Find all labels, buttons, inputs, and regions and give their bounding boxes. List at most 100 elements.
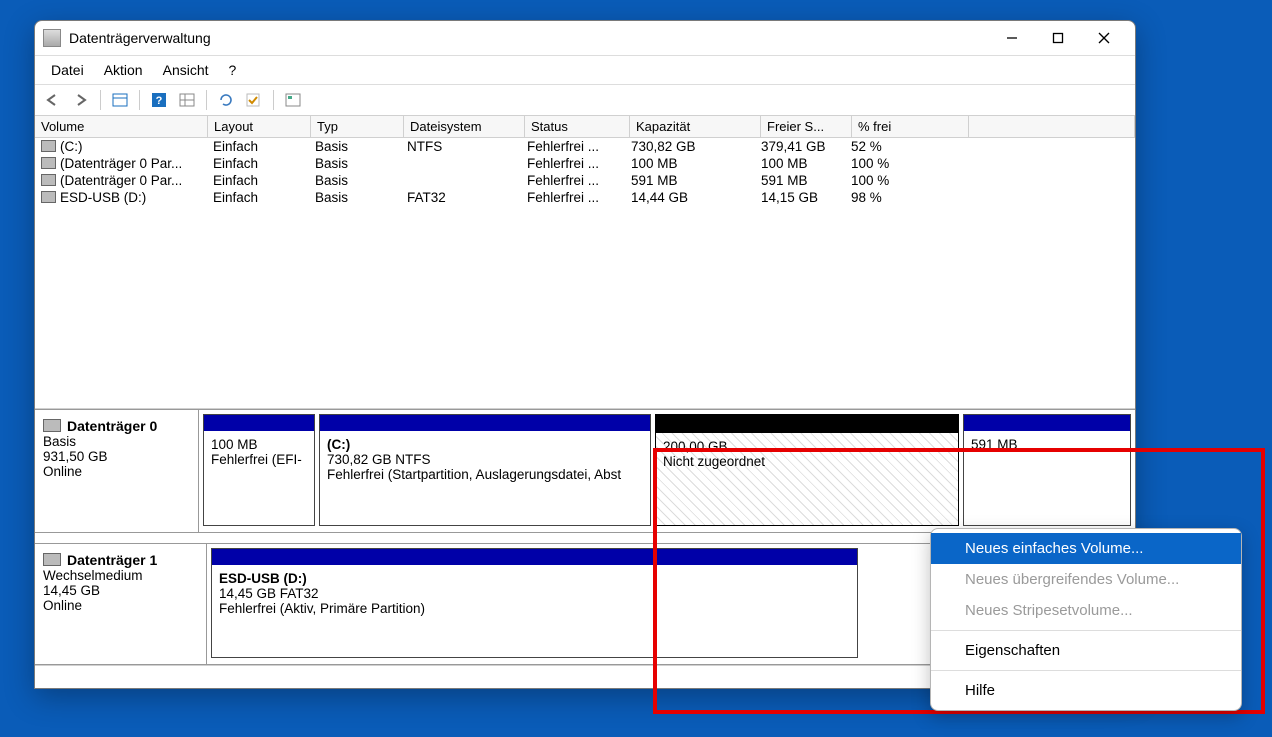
partition-bar: [964, 415, 1130, 431]
col-status[interactable]: Status: [525, 116, 630, 137]
cell-volume: (Datenträger 0 Par...: [35, 172, 207, 189]
col-typ[interactable]: Typ: [311, 116, 404, 137]
forward-button[interactable]: [69, 88, 93, 112]
cell-fs: [401, 172, 521, 189]
partition-title: ESD-USB (D:): [219, 571, 850, 586]
toolbar-list-button[interactable]: [108, 88, 132, 112]
volume-headers: Volume Layout Typ Dateisystem Status Kap…: [35, 116, 1135, 138]
partition[interactable]: (C:)730,82 GB NTFSFehlerfrei (Startparti…: [319, 414, 651, 526]
partition-bar: [320, 415, 650, 431]
maximize-icon: [1052, 32, 1064, 44]
cell-fs: FAT32: [401, 189, 521, 206]
svg-text:?: ?: [156, 95, 163, 107]
context-menu-item: Neues Stripesetvolume...: [931, 595, 1241, 626]
partition-body: 200,00 GBNicht zugeordnet: [656, 433, 958, 525]
partition-line: 730,82 GB NTFS: [327, 452, 643, 467]
menu-ansicht[interactable]: Ansicht: [153, 60, 219, 80]
partition-body: 591 MB: [964, 431, 1130, 523]
disk-icon: [43, 553, 61, 566]
cell-status: Fehlerfrei ...: [521, 189, 625, 206]
back-button[interactable]: [41, 88, 65, 112]
partition-line: Fehlerfrei (EFI-: [211, 452, 307, 467]
context-menu-item[interactable]: Hilfe: [931, 675, 1241, 706]
separator: [139, 90, 140, 110]
disk-state: Online: [43, 598, 198, 613]
window-title: Datenträgerverwaltung: [69, 30, 989, 46]
volume-rows: (C:)EinfachBasisNTFSFehlerfrei ...730,82…: [35, 138, 1135, 408]
arrow-right-icon: [73, 93, 89, 107]
volume-row[interactable]: ESD-USB (D:)EinfachBasisFAT32Fehlerfrei …: [35, 189, 1135, 206]
cell-status: Fehlerfrei ...: [521, 172, 625, 189]
drive-icon: [41, 140, 56, 152]
toolbar-check-button[interactable]: [242, 88, 266, 112]
partition-body: ESD-USB (D:)14,45 GB FAT32Fehlerfrei (Ak…: [212, 565, 857, 657]
menu-datei[interactable]: Datei: [41, 60, 94, 80]
col-layout[interactable]: Layout: [208, 116, 311, 137]
cell-volume: ESD-USB (D:): [35, 189, 207, 206]
col-dateisystem[interactable]: Dateisystem: [404, 116, 525, 137]
partition-line: Nicht zugeordnet: [663, 454, 951, 469]
separator: [206, 90, 207, 110]
cell-typ: Basis: [309, 189, 401, 206]
partition[interactable]: 100 MBFehlerfrei (EFI-: [203, 414, 315, 526]
disk-type: Wechselmedium: [43, 568, 198, 583]
cell-cap: 591 MB: [625, 172, 755, 189]
cell-volume: (Datenträger 0 Par...: [35, 155, 207, 172]
cell-layout: Einfach: [207, 155, 309, 172]
cell-fs: [401, 155, 521, 172]
volume-row[interactable]: (C:)EinfachBasisNTFSFehlerfrei ...730,82…: [35, 138, 1135, 155]
volume-row[interactable]: (Datenträger 0 Par...EinfachBasisFehlerf…: [35, 172, 1135, 189]
partition-unallocated[interactable]: 200,00 GBNicht zugeordnet: [655, 414, 959, 526]
minimize-icon: [1006, 32, 1018, 44]
partition-body: (C:)730,82 GB NTFSFehlerfrei (Startparti…: [320, 431, 650, 523]
disk-info: Datenträger 1Wechselmedium14,45 GBOnline: [35, 544, 207, 664]
close-button[interactable]: [1081, 23, 1127, 53]
disk-name: Datenträger 0: [67, 418, 157, 434]
partition-line: 14,45 GB FAT32: [219, 586, 850, 601]
drive-icon: [41, 191, 56, 203]
minimize-button[interactable]: [989, 23, 1035, 53]
disk-icon: [43, 419, 61, 432]
col-kapazitat[interactable]: Kapazität: [630, 116, 761, 137]
toolbar-grid-button[interactable]: [175, 88, 199, 112]
drive-icon: [41, 174, 56, 186]
cell-pct: 100 %: [845, 172, 961, 189]
maximize-button[interactable]: [1035, 23, 1081, 53]
cell-cap: 100 MB: [625, 155, 755, 172]
context-menu-item[interactable]: Neues einfaches Volume...: [931, 533, 1241, 564]
partition-title: (C:): [327, 437, 643, 452]
cell-pct: 100 %: [845, 155, 961, 172]
partition[interactable]: 591 MB: [963, 414, 1131, 526]
partition-line: Fehlerfrei (Startpartition, Auslagerungs…: [327, 467, 643, 482]
context-menu-item[interactable]: Eigenschaften: [931, 635, 1241, 666]
toolbar-help-button[interactable]: ?: [147, 88, 171, 112]
cell-layout: Einfach: [207, 189, 309, 206]
close-icon: [1098, 32, 1110, 44]
menubar: Datei Aktion Ansicht ?: [35, 56, 1135, 85]
menu-aktion[interactable]: Aktion: [94, 60, 153, 80]
menu-separator: [931, 670, 1241, 671]
col-volume[interactable]: Volume: [35, 116, 208, 137]
cell-pct: 52 %: [845, 138, 961, 155]
partition[interactable]: ESD-USB (D:)14,45 GB FAT32Fehlerfrei (Ak…: [211, 548, 858, 658]
cell-layout: Einfach: [207, 172, 309, 189]
toolbar-props-button[interactable]: [281, 88, 305, 112]
cell-status: Fehlerfrei ...: [521, 155, 625, 172]
partition-bar: [656, 415, 958, 433]
menu-help[interactable]: ?: [219, 60, 247, 80]
disk-size: 14,45 GB: [43, 583, 198, 598]
disk-state: Online: [43, 464, 190, 479]
col-freier[interactable]: Freier S...: [761, 116, 852, 137]
col-pct-frei[interactable]: % frei: [852, 116, 969, 137]
disk-info: Datenträger 0Basis931,50 GBOnline: [35, 410, 199, 532]
cell-free: 379,41 GB: [755, 138, 845, 155]
toolbar: ?: [35, 85, 1135, 116]
volume-row[interactable]: (Datenträger 0 Par...EinfachBasisFehlerf…: [35, 155, 1135, 172]
grid-icon: [179, 93, 195, 107]
volume-list: Volume Layout Typ Dateisystem Status Kap…: [35, 116, 1135, 409]
cell-volume: (C:): [35, 138, 207, 155]
toolbar-refresh-button[interactable]: [214, 88, 238, 112]
context-menu: Neues einfaches Volume...Neues übergreif…: [930, 528, 1242, 711]
partition-bar: [204, 415, 314, 431]
partition-body: 100 MBFehlerfrei (EFI-: [204, 431, 314, 523]
